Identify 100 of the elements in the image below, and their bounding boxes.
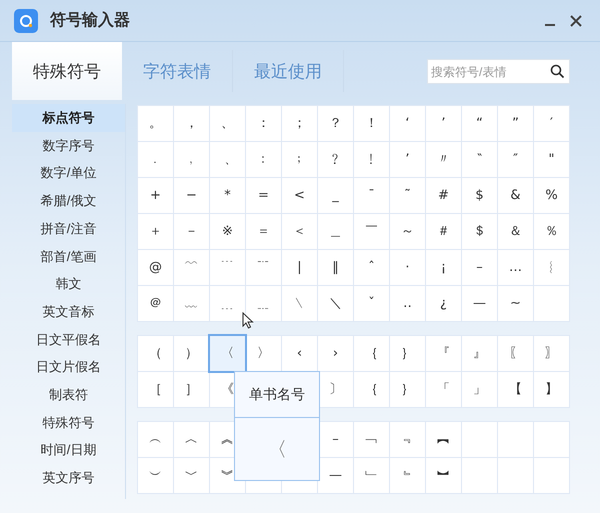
symbol-key[interactable]: 〕 <box>318 372 353 407</box>
symbol-key[interactable]: 「 <box>426 372 461 407</box>
symbol-key[interactable]: ， <box>174 106 209 141</box>
symbol-key[interactable]: ＋ <box>138 214 173 249</box>
category-item[interactable]: 韩文 <box>12 270 125 298</box>
symbol-key[interactable]: 。 <box>138 106 173 141</box>
symbol-key[interactable]: ′ <box>534 106 569 141</box>
symbol-key[interactable]: ︻ <box>426 422 461 457</box>
symbol-key[interactable]: ） <box>174 336 209 371</box>
symbol-key[interactable]: ｛ <box>354 372 389 407</box>
symbol-key[interactable]: ¡ <box>426 250 461 285</box>
tab[interactable]: 特殊符号 <box>12 42 122 100</box>
category-item[interactable]: 希腊/俄文 <box>12 187 125 215</box>
symbol-key[interactable]: ｝ <box>390 336 425 371</box>
symbol-key[interactable]: ¿ <box>426 286 461 321</box>
symbol-key[interactable]: 】 <box>534 372 569 407</box>
symbol-key[interactable]: _ <box>318 178 353 213</box>
symbol-key[interactable]: ※ <box>210 214 245 249</box>
symbol-key[interactable]: ‹ <box>282 336 317 371</box>
symbol-key[interactable]: ︵ <box>138 422 173 457</box>
symbol-key[interactable]: & <box>498 178 533 213</box>
symbol-key[interactable]: ＃ <box>426 214 461 249</box>
symbol-key[interactable]: ￣ <box>354 214 389 249</box>
symbol-key[interactable]: 【 <box>498 372 533 407</box>
symbol-key[interactable]: ” <box>498 106 533 141</box>
symbol-key[interactable]: ﹗ <box>354 142 389 177</box>
category-item[interactable]: 日文片假名 <box>12 353 125 381</box>
symbol-key[interactable]: − <box>174 178 209 213</box>
symbol-key[interactable]: ‥ <box>390 286 425 321</box>
symbol-key[interactable]: ﹔ <box>282 142 317 177</box>
category-item[interactable]: 英文音标 <box>12 298 125 326</box>
symbol-key[interactable]: ˜ <box>390 178 425 213</box>
symbol-key[interactable]: ＿ <box>318 214 353 249</box>
symbol-key[interactable]: " <box>534 142 569 177</box>
symbol-key[interactable]: – <box>462 250 497 285</box>
symbol-key[interactable]: ＼ <box>318 286 353 321</box>
symbol-key[interactable]: · <box>390 250 425 285</box>
symbol-key[interactable]: … <box>498 250 533 285</box>
category-item[interactable]: 英文序号 <box>12 464 125 492</box>
category-item[interactable]: 制表符 <box>12 380 125 409</box>
symbol-key[interactable]: 『 <box>426 336 461 371</box>
symbol-key[interactable]: ｛ <box>354 336 389 371</box>
category-item[interactable]: 标点符号 <box>12 104 125 132</box>
symbol-key[interactable]: 〃 <box>426 142 461 177</box>
symbol-key[interactable]: ︿ <box>174 422 209 457</box>
symbol-key[interactable]: ＜ <box>282 214 317 249</box>
symbol-key[interactable]: < <box>282 178 317 213</box>
symbol-key[interactable]: ﹉ <box>210 250 245 285</box>
symbol-key[interactable]: ％ <box>534 214 569 249</box>
symbol-key[interactable]: ？ <box>318 106 353 141</box>
symbol-key[interactable]: ～ <box>390 214 425 249</box>
symbol-key[interactable]: ｝ <box>390 372 425 407</box>
search-field[interactable]: 搜索符号/表情 <box>427 59 570 84</box>
symbol-key[interactable]: － <box>174 214 209 249</box>
symbol-key[interactable]: （ <box>138 336 173 371</box>
category-item[interactable]: 数字序号 <box>12 132 125 160</box>
symbol-key[interactable]: ﹄ <box>390 458 425 493</box>
symbol-key[interactable]: ： <box>246 106 281 141</box>
symbol-key[interactable]: ＆ <box>498 214 533 249</box>
symbol-key[interactable]: ‶ <box>462 142 497 177</box>
category-item[interactable]: 特殊符号 <box>12 408 125 436</box>
symbol-key[interactable]: ˇ <box>354 286 389 321</box>
symbol-key[interactable]: — <box>462 286 497 321</box>
symbol-key[interactable]: ＄ <box>462 214 497 249</box>
symbol-key[interactable]: 」 <box>462 372 497 407</box>
symbol-key[interactable]: ﹊ <box>246 250 281 285</box>
category-item[interactable]: 数字/单位 <box>12 159 125 188</box>
symbol-key[interactable]: ﹕ <box>246 142 281 177</box>
symbol-key[interactable]: ﹑ <box>210 142 245 177</box>
symbol-key[interactable]: ﹍ <box>210 286 245 321</box>
symbol-key[interactable]: 〖 <box>498 336 533 371</box>
symbol-key[interactable]: ］ <box>174 372 209 407</box>
symbol-key[interactable]: + <box>138 178 173 213</box>
symbol-key[interactable]: ＝ <box>246 214 281 249</box>
symbol-key[interactable]: › <box>318 336 353 371</box>
symbol-key[interactable]: # <box>426 178 461 213</box>
symbol-key[interactable]: 〉 <box>246 336 281 371</box>
symbol-key[interactable]: ︶ <box>138 458 173 493</box>
symbol-key[interactable]: “ <box>462 106 497 141</box>
symbol-key[interactable]: ‘ <box>390 106 425 141</box>
symbol-key[interactable]: | <box>282 250 317 285</box>
symbol-key[interactable]: ！ <box>354 106 389 141</box>
symbol-key[interactable]: ︼ <box>426 458 461 493</box>
symbol-key[interactable]: ’ <box>426 106 461 141</box>
symbol-key[interactable]: ﹐ <box>174 142 209 177</box>
symbol-key[interactable]: ﹂ <box>354 458 389 493</box>
symbol-key[interactable]: ﹁ <box>354 422 389 457</box>
symbol-key[interactable]: ﹎ <box>246 286 281 321</box>
symbol-key[interactable]: ﹖ <box>318 142 353 177</box>
symbol-key[interactable]: ︴ <box>534 250 569 285</box>
symbol-key[interactable]: ˆ <box>354 250 389 285</box>
search-icon[interactable] <box>550 64 565 79</box>
symbol-key[interactable]: @ <box>138 250 173 285</box>
category-item[interactable]: 拼音/注音 <box>12 214 125 242</box>
symbol-key[interactable]: % <box>534 178 569 213</box>
symbol-key[interactable]: ﹋ <box>174 250 209 285</box>
symbol-key[interactable]: 〗 <box>534 336 569 371</box>
symbol-key[interactable]: ﹒ <box>138 142 173 177</box>
symbol-key[interactable]: = <box>246 178 281 213</box>
symbol-key[interactable]: 』 <box>462 336 497 371</box>
